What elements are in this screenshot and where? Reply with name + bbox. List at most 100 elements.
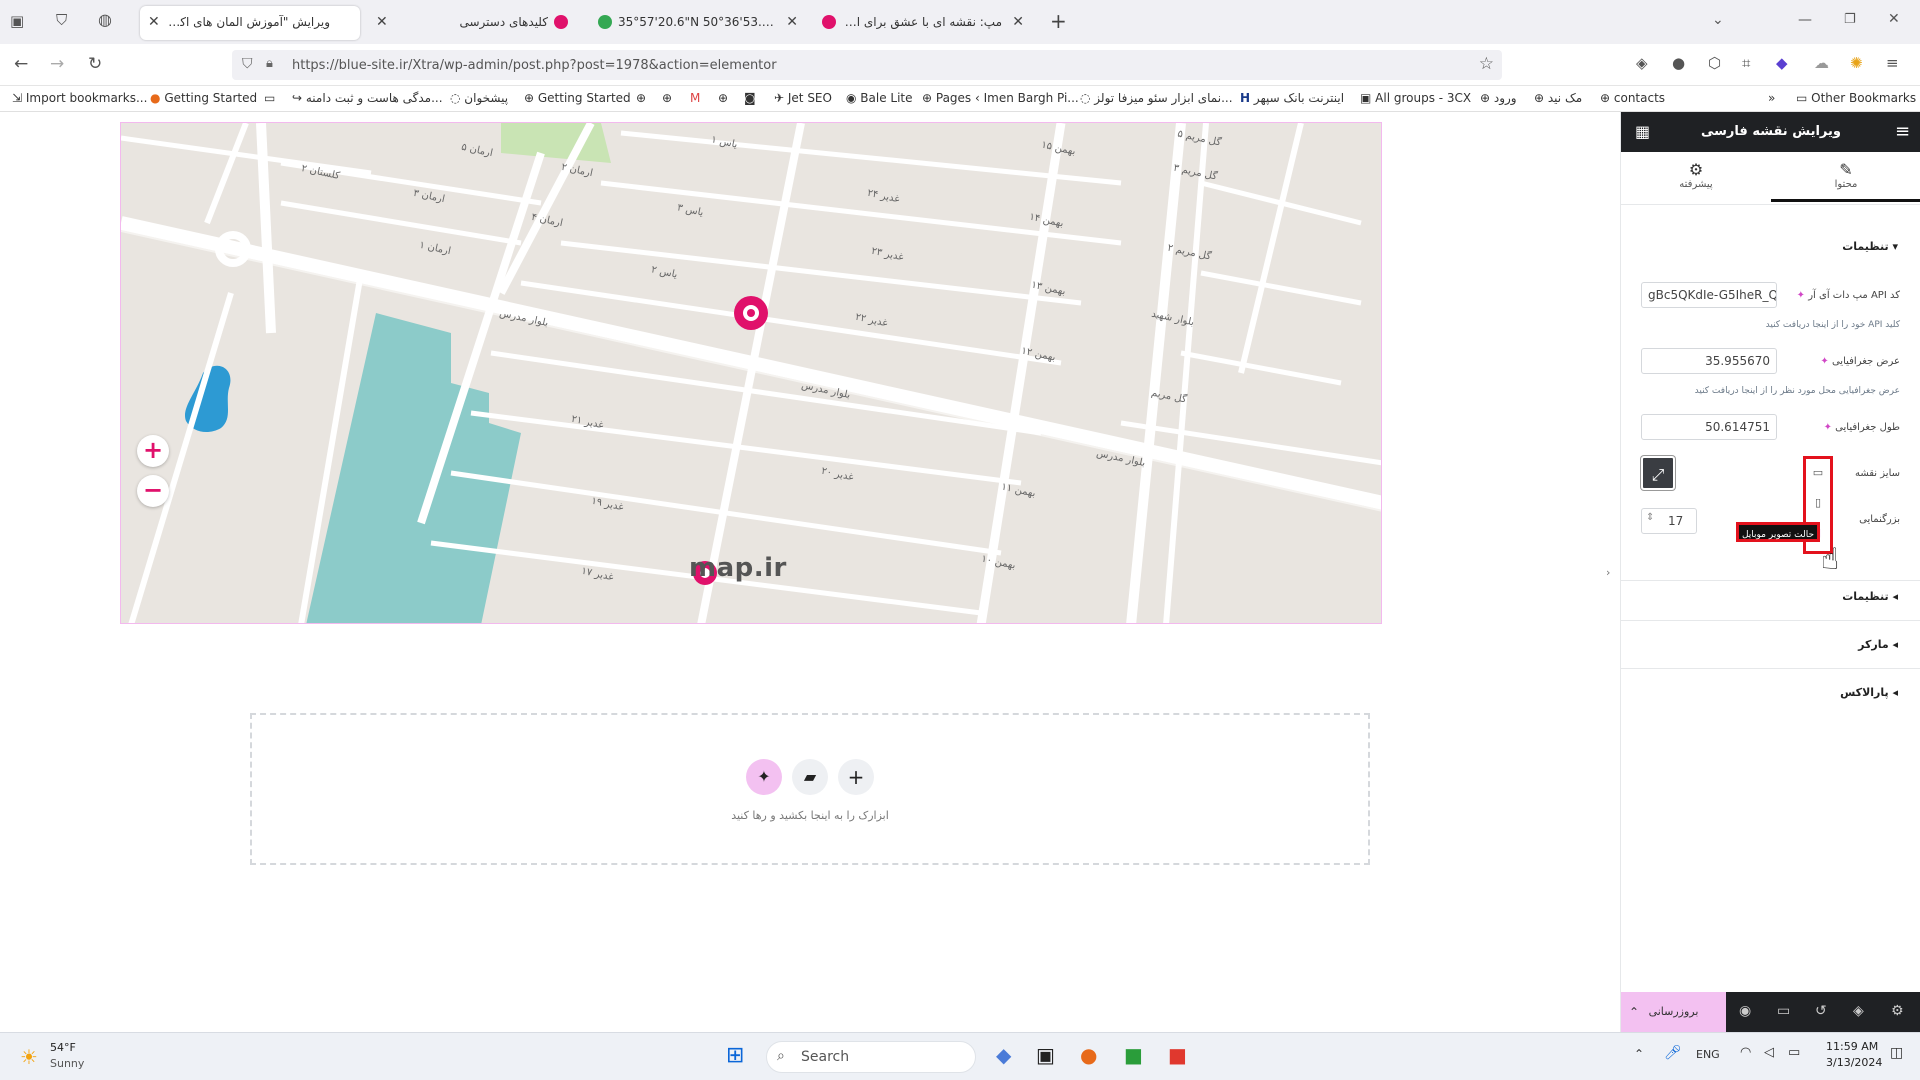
bookmark-star-icon[interactable]: ☆ (1479, 54, 1494, 74)
close-icon[interactable]: ✕ (148, 14, 160, 30)
update-button[interactable]: ⌃ بروزرسانی (1621, 992, 1726, 1032)
bookmark-item[interactable]: ↪ مدگی هاست و ثبت دامنه... (292, 91, 443, 105)
close-icon[interactable]: ✕ (376, 14, 388, 30)
bookmark-item[interactable]: ⊕ ورود (1480, 91, 1517, 105)
volume-icon[interactable]: ◁ (1764, 1045, 1774, 1060)
cookie-icon[interactable]: ✺ (1850, 54, 1863, 72)
responsive-icon[interactable]: ▭ (1777, 1003, 1790, 1019)
chevron-up-icon[interactable]: ⌃ (1629, 992, 1639, 1032)
section-settings2-toggle[interactable]: ◂ تنظیمات (1842, 590, 1898, 603)
bookmark-item[interactable]: ⇲ Import bookmarks... (12, 91, 147, 105)
bookmark-item[interactable]: ◉ Bale Lite (846, 91, 913, 105)
longitude-input[interactable]: 50.614751 (1641, 414, 1777, 440)
api-key-input[interactable]: gBc5QKdIe-G5IheR_Q (1641, 282, 1777, 308)
cloud-icon[interactable]: ☁ (1814, 54, 1829, 72)
more-bookmarks-icon[interactable]: » (1768, 91, 1775, 105)
crop-icon[interactable]: ⌗ (1742, 54, 1750, 72)
stepper-icon[interactable]: ⇕ (1646, 512, 1654, 523)
bookmark-item[interactable]: ⊕ (662, 91, 672, 105)
pocket-icon[interactable]: ◈ (1636, 54, 1648, 72)
template-button[interactable]: ▰ (792, 759, 828, 795)
wifi-icon[interactable]: ◠ (1740, 1045, 1751, 1060)
tab-shortcuts[interactable]: ✕ کلیدهای دسترسی (368, 6, 578, 40)
bookmark-item[interactable]: ▣ All groups - 3CX (1360, 91, 1471, 105)
section-settings-toggle[interactable]: ▾ تنظیمات (1842, 240, 1898, 253)
extension-icon[interactable]: ⛉ (56, 11, 67, 29)
zoom-in-button[interactable]: + (137, 435, 169, 467)
bookmark-item[interactable]: H اینترنت بانک سپهر (1240, 91, 1344, 105)
bookmark-item[interactable]: ✈ Jet SEO (774, 91, 832, 105)
section-marker-toggle[interactable]: ◂ مارکر (1858, 638, 1898, 651)
address-bar[interactable]: ⛉ 🔒︎ https://blue-site.ir/Xtra/wp-admin/… (232, 50, 1502, 80)
window-close-icon[interactable]: ✕ (1888, 11, 1900, 27)
language-indicator[interactable]: ENG (1696, 1048, 1720, 1061)
reload-icon[interactable]: ↻ (88, 54, 102, 74)
menu-icon[interactable]: ≡ (1886, 54, 1899, 72)
bookmark-item[interactable]: ⊕ (718, 91, 728, 105)
firefox-icon[interactable]: ● (1080, 1043, 1097, 1067)
chevron-down-icon[interactable]: ⌄ (1712, 12, 1724, 28)
copilot-icon[interactable]: ◆ (996, 1043, 1011, 1067)
bookmark-item[interactable]: ⊕ (636, 91, 646, 105)
hamburger-menu-icon[interactable]: ≡ (1895, 121, 1910, 142)
history-icon[interactable]: ↺ (1815, 1003, 1827, 1019)
tab-edit-elementor[interactable]: ✕ ویرایش "آموزش المان های اکسترا – ... (140, 6, 360, 40)
chevron-up-icon[interactable]: ⌃ (1634, 1047, 1644, 1061)
clock-date[interactable]: 3/13/2024 (1826, 1056, 1882, 1069)
bookmark-folder[interactable]: ▭ Other Bookmarks (1796, 91, 1916, 105)
new-tab-button[interactable]: + (1050, 9, 1067, 33)
settings-icon[interactable]: ⚙ (1891, 1003, 1904, 1019)
tab-map-ir[interactable]: ✕ مپ: نقشه ای با عشق برای ایران (812, 6, 1032, 40)
back-icon[interactable]: ← (14, 54, 28, 74)
recorder-icon[interactable]: ■ (1168, 1043, 1187, 1067)
eye-icon[interactable]: ◉ (1739, 1003, 1751, 1019)
vpn-icon[interactable]: ◍ (98, 10, 112, 29)
battery-icon[interactable]: ▭ (1788, 1045, 1800, 1060)
tab-content[interactable]: ✎ محتوا (1771, 156, 1920, 202)
zoom-level-input[interactable]: ⇕ 17 (1641, 508, 1697, 534)
edit-size-button[interactable]: ⤢ (1641, 456, 1675, 490)
close-icon[interactable]: ✕ (786, 14, 798, 30)
tab-google-maps[interactable]: 35°57'20.6"N 50°36'53.2"E - Goo ✕ (588, 6, 804, 40)
bookmark-item[interactable]: ⊕ contacts (1600, 91, 1665, 105)
clock-time[interactable]: 11:59 AM (1826, 1040, 1878, 1053)
bookmark-item[interactable]: ● Getting Started (150, 91, 257, 105)
tab-advanced[interactable]: ⚙ پیشرفته (1621, 156, 1771, 202)
bookmark-item[interactable]: ▭ (264, 91, 275, 105)
dynamic-icon[interactable]: ✦ (1797, 290, 1805, 301)
elementor-drop-zone[interactable]: ✦ ▰ + ابزارک را به اینجا بکشید و رها کنی… (250, 713, 1370, 865)
bookmark-item[interactable]: ◌ نمای ابزار سئو میزفا تولز... (1080, 91, 1233, 105)
latitude-input[interactable]: 35.955670 (1641, 348, 1777, 374)
section-parallax-toggle[interactable]: ◂ پارالاکس (1840, 686, 1898, 699)
add-section-button[interactable]: + (838, 759, 874, 795)
restore-icon[interactable]: ❐ (1844, 12, 1856, 27)
addon-icon[interactable]: ◆ (1776, 54, 1788, 72)
taskbar-search[interactable]: ⌕ Search (766, 1041, 976, 1073)
collapse-panel-icon[interactable]: › (1606, 566, 1610, 579)
bookmark-item[interactable]: ⊕ Getting Started (524, 91, 631, 105)
windows-start-icon[interactable]: ⊞ (726, 1043, 744, 1068)
camtasia-icon[interactable]: ■ (1124, 1043, 1143, 1067)
notification-icon[interactable]: ◫ (1890, 1045, 1903, 1061)
map-widget[interactable]: بلوار مدرس بلوار مدرس بلوار مدرس بهمن ۱۵… (120, 122, 1382, 624)
tab-list-icon[interactable]: ▣ (10, 12, 24, 30)
bookmark-item[interactable]: ⊕ Pages ‹ Imen Bargh Pi... (922, 91, 1079, 105)
api-help-text[interactable]: کلید API خود را از اینجا دریافت کنید (1766, 320, 1900, 330)
bookmark-item[interactable]: ⊕ مک نید (1534, 91, 1582, 105)
minimize-icon[interactable]: — (1798, 12, 1812, 28)
forward-icon[interactable]: → (50, 54, 64, 74)
gmail-icon[interactable]: M (690, 91, 700, 105)
weather-icon[interactable]: ☀ (20, 1045, 38, 1069)
microphone-icon[interactable]: 🎤︎ (1664, 1045, 1682, 1061)
layers-icon[interactable]: ◈ (1853, 1003, 1864, 1019)
account-icon[interactable]: ● (1672, 54, 1685, 72)
latitude-help-text[interactable]: عرض جغرافیایی محل مورد نظر را از اینجا د… (1695, 386, 1900, 396)
task-view-icon[interactable]: ▣ (1036, 1043, 1055, 1067)
bookmark-item[interactable]: ◙ (744, 91, 756, 105)
bookmark-item[interactable]: ◌ پیشخوان (450, 91, 508, 105)
ai-button[interactable]: ✦ (746, 759, 782, 795)
dynamic-icon[interactable]: ✦ (1820, 356, 1828, 367)
dynamic-icon[interactable]: ✦ (1824, 422, 1832, 433)
zoom-out-button[interactable]: − (137, 475, 169, 507)
extensions-icon[interactable]: ⬡ (1708, 54, 1721, 72)
